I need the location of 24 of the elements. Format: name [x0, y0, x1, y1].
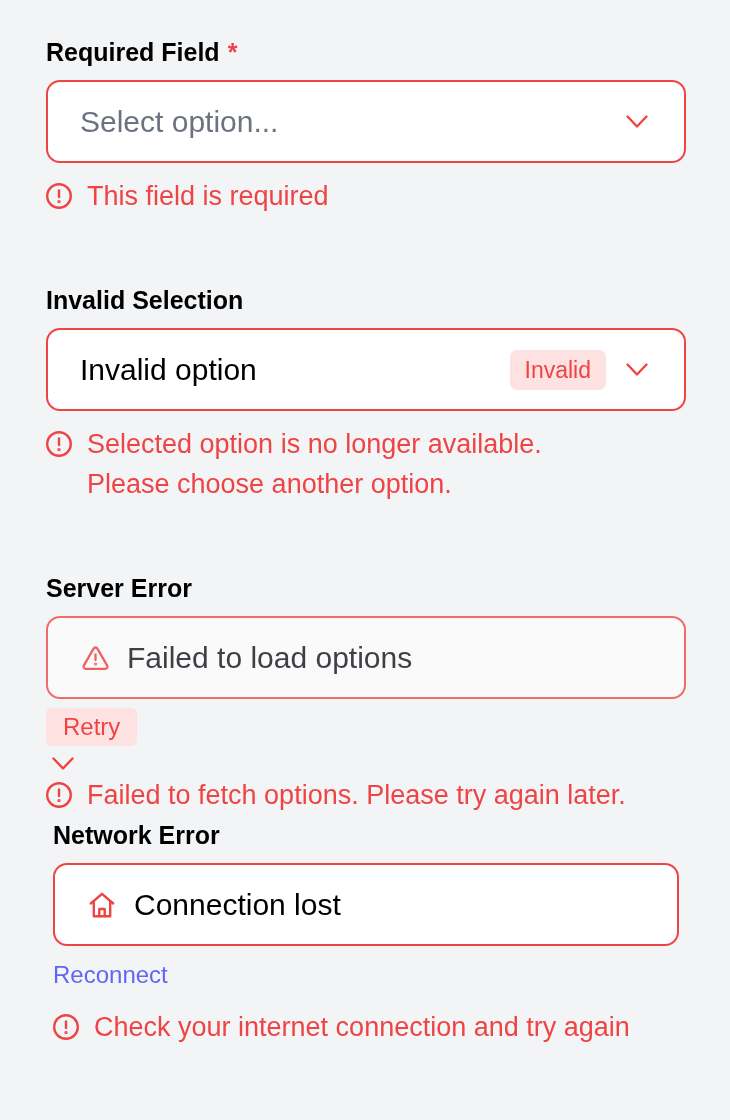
- reconnect-link[interactable]: Reconnect: [53, 959, 168, 991]
- error-message: Failed to fetch options. Please try again later.: [87, 779, 626, 812]
- chevron-down-icon: [626, 115, 648, 128]
- select-field[interactable]: Connection lost: [53, 863, 679, 946]
- select-field[interactable]: Invalid option Invalid: [46, 328, 686, 411]
- exclamation-circle-icon: [46, 183, 72, 209]
- select-field[interactable]: Failed to load options: [46, 616, 686, 699]
- status-badge: Invalid: [509, 349, 606, 390]
- exclamation-circle-icon: [53, 1014, 79, 1040]
- select-field[interactable]: Select option...: [46, 80, 686, 163]
- chevron-down-icon: [52, 757, 74, 770]
- error-message: Check your internet connection and try again: [94, 1011, 630, 1044]
- exclamation-circle-icon: [46, 782, 72, 808]
- field-label: Invalid Selection: [46, 285, 244, 316]
- chevron-down-icon: [626, 363, 648, 376]
- field-label: Required Field: [46, 37, 220, 68]
- field-label: Network Error: [53, 820, 220, 851]
- required-asterisk: *: [227, 37, 238, 68]
- home-icon: [89, 891, 115, 918]
- error-message: Selected option is no longer available. Please choose another option.: [87, 428, 542, 501]
- error-message: This field is required: [87, 180, 329, 213]
- warning-triangle-icon: [82, 645, 109, 670]
- exclamation-circle-icon: [46, 431, 72, 457]
- field-label: Server Error: [46, 573, 192, 604]
